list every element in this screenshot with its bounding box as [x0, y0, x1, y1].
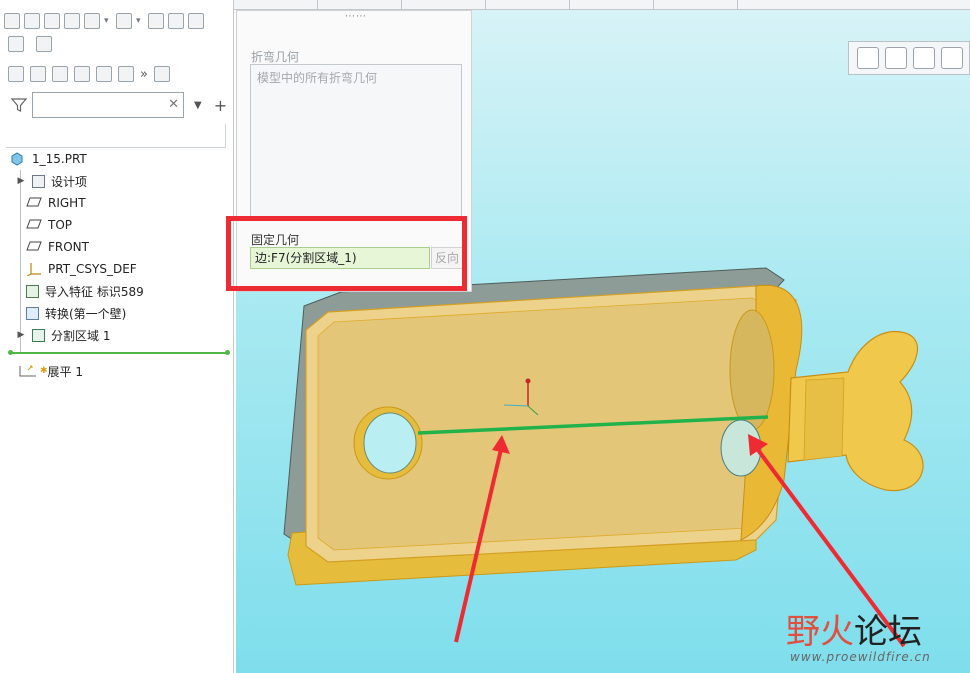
tree-settings-icon[interactable]	[118, 66, 134, 82]
ribbon-tab[interactable]	[654, 0, 738, 10]
refit-icon[interactable]	[913, 47, 935, 69]
open-icon[interactable]	[24, 13, 40, 29]
convert-icon	[26, 306, 39, 320]
tree-item-label: TOP	[48, 218, 73, 232]
forum-watermark-logo: 野火论坛	[786, 604, 922, 653]
filter-settings-icon[interactable]	[96, 66, 112, 82]
table-icon[interactable]	[74, 66, 90, 82]
tree-toolbar: »	[8, 66, 170, 82]
open-folder-icon[interactable]	[44, 13, 60, 29]
window-icon[interactable]	[188, 13, 204, 29]
model-tree-pane: ▾ ▾ » ✕ ▼ + 1_15.PRT ▶ 设计项 RIGHT TOP FRO…	[0, 0, 234, 673]
tree-item-import-feature[interactable]: 导入特征 标识589	[26, 280, 144, 302]
tree-item-label: 设计项	[51, 174, 88, 189]
tree-item-csys[interactable]: PRT_CSYS_DEF	[26, 258, 137, 280]
redo-icon[interactable]	[116, 13, 132, 29]
watermark-url: www.proewildfire.cn	[790, 650, 931, 664]
panel-grip[interactable]: ⋯⋯	[345, 11, 367, 22]
display-style-icon[interactable]	[941, 47, 963, 69]
save-icon[interactable]	[64, 13, 80, 29]
tree-item-label: FRONT	[48, 240, 89, 254]
split-region-icon	[32, 328, 45, 342]
annotation-icon[interactable]	[168, 13, 184, 29]
ribbon-tab[interactable]	[570, 0, 654, 10]
highlight-frame	[226, 216, 467, 291]
zoom-in-icon[interactable]	[857, 47, 879, 69]
ribbon-tabs	[234, 0, 970, 10]
filter-icon[interactable]	[10, 96, 28, 114]
expand-arrow-icon[interactable]: ▶	[16, 176, 26, 186]
tree-item-right[interactable]: RIGHT	[26, 192, 86, 214]
part-icon	[10, 152, 26, 166]
import-feature-icon	[26, 284, 39, 298]
clear-icon[interactable]: ✕	[168, 97, 179, 112]
layers-tab-icon[interactable]	[36, 36, 52, 52]
csys-icon	[26, 262, 42, 277]
search-input[interactable]: ✕	[32, 92, 184, 118]
watermark-brand-red: 野火	[786, 612, 854, 652]
tree-item-flatten[interactable]: ✱ 展平 1	[18, 360, 83, 382]
dropdown-icon[interactable]: ▼	[194, 100, 202, 111]
display-icon[interactable]	[8, 66, 24, 82]
new-feature-star-icon: ✱	[40, 366, 48, 376]
ribbon-tab[interactable]	[234, 0, 318, 10]
tree-filter: ✕ ▼ +	[10, 92, 227, 118]
watermark-brand-black: 论坛	[854, 612, 922, 652]
navigator-tabs	[8, 36, 52, 52]
regenerate-icon[interactable]	[148, 13, 164, 29]
tree-item-front[interactable]: FRONT	[26, 236, 89, 258]
list-icon[interactable]	[30, 66, 46, 82]
tree-header-box	[6, 124, 226, 148]
more-icon[interactable]: »	[140, 67, 148, 82]
tree-item-top[interactable]: TOP	[26, 214, 72, 236]
tree-root[interactable]: 1_15.PRT	[10, 148, 87, 170]
add-icon[interactable]: +	[214, 96, 227, 115]
list-items-icon	[32, 174, 45, 188]
tree-item-label: 展平 1	[47, 364, 83, 379]
tree-item-label: RIGHT	[48, 196, 86, 210]
undo-dropdown-icon[interactable]: ▾	[104, 13, 112, 29]
bend-geometry-placeholder: 模型中的所有折弯几何	[257, 71, 378, 85]
model-tree-tab-icon[interactable]	[8, 36, 24, 52]
tree-item-label: 分割区域 1	[51, 328, 111, 343]
insert-here-indicator[interactable]	[8, 350, 230, 355]
undo-icon[interactable]	[84, 13, 100, 29]
zoom-out-icon[interactable]	[885, 47, 907, 69]
bend-geometry-collector[interactable]: 模型中的所有折弯几何	[250, 64, 462, 220]
view-toolbar	[848, 41, 970, 75]
redo-dropdown-icon[interactable]: ▾	[136, 13, 144, 29]
expand-arrow-icon[interactable]: ▶	[16, 330, 26, 340]
quick-access-toolbar: ▾ ▾	[0, 8, 234, 34]
tree-item-split-region[interactable]: ▶ 分割区域 1	[16, 324, 110, 346]
tree-item-label: PRT_CSYS_DEF	[48, 262, 137, 276]
tree-item-label: 转换(第一个壁)	[45, 306, 127, 321]
bend-geometry-label: 折弯几何	[251, 50, 300, 64]
tree-root-label: 1_15.PRT	[32, 152, 87, 166]
document-icon[interactable]	[153, 66, 170, 82]
new-file-icon[interactable]	[4, 13, 20, 29]
tree-item-convert[interactable]: 转换(第一个壁)	[26, 302, 126, 324]
ribbon-tab[interactable]	[318, 0, 402, 10]
flatten-icon	[18, 364, 36, 378]
datum-plane-icon	[26, 240, 42, 254]
tree-item-design-items[interactable]: ▶ 设计项	[16, 170, 87, 192]
ribbon-tab[interactable]	[486, 0, 570, 10]
columns-icon[interactable]	[52, 66, 68, 82]
tree-item-label: 导入特征 标识589	[45, 284, 144, 299]
datum-plane-icon	[26, 196, 42, 210]
datum-plane-icon	[26, 218, 42, 232]
ribbon-tab[interactable]	[402, 0, 486, 10]
